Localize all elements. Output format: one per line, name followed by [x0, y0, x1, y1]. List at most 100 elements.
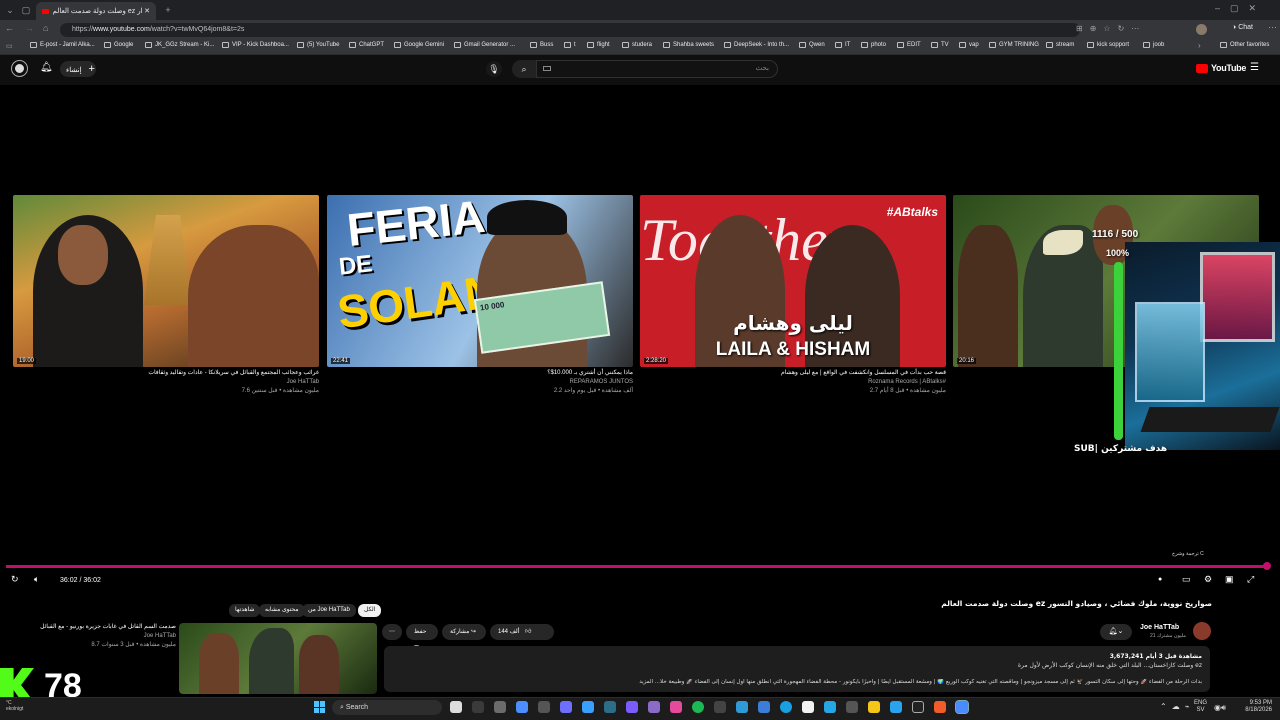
chip-watched[interactable]: شاهدتها — [229, 604, 261, 617]
bookmark-item[interactable]: flight — [587, 42, 610, 48]
settings-icon[interactable]: ⚙ — [1204, 574, 1212, 585]
bookmark-item[interactable]: E-post - Jamil Alka... — [30, 42, 95, 48]
app-icon[interactable] — [934, 701, 946, 713]
app-icon[interactable] — [604, 701, 616, 713]
app-icon[interactable] — [802, 701, 814, 713]
bookmark-item[interactable]: t — [564, 42, 576, 48]
scrubber-handle[interactable] — [1263, 562, 1271, 570]
end-screen-video-1[interactable]: 19:00 — [13, 195, 319, 367]
url-field[interactable]: https://www.youtube.com/watch?v=twMvQ64j… — [60, 23, 1080, 37]
miniplayer-icon[interactable]: ▣ — [1225, 574, 1234, 585]
app-icon[interactable] — [472, 701, 484, 713]
channel-name[interactable]: Joe HaTTab — [13, 378, 319, 387]
bookmark-item[interactable]: JK_GGz Stream - Ki... — [145, 42, 214, 48]
app-icon[interactable] — [736, 701, 748, 713]
language-indicator[interactable]: ENG SV — [1194, 700, 1207, 714]
bookmark-item[interactable]: GYM TRINING — [989, 42, 1039, 48]
bookmark-item[interactable]: joob — [1143, 42, 1164, 48]
app-icon[interactable] — [626, 701, 638, 713]
profile-avatar[interactable] — [1196, 24, 1207, 35]
bookmark-item[interactable]: Shahba sweets — [663, 42, 714, 48]
bookmark-item[interactable]: photo — [861, 42, 886, 48]
app-icon[interactable] — [538, 701, 550, 713]
channel-name[interactable]: REPARAMOS JUNTOS — [327, 378, 633, 387]
bookmark-item[interactable]: DeepSeek - Into th... — [724, 42, 789, 48]
more-actions-icon[interactable]: ⋯ — [382, 624, 402, 640]
channel-avatar[interactable] — [1193, 622, 1211, 640]
search-input[interactable]: بحث — [536, 60, 778, 78]
app-icon[interactable] — [560, 701, 572, 713]
bookmark-item[interactable]: ChatGPT — [349, 42, 384, 48]
edge-icon[interactable] — [780, 701, 792, 713]
app-icon[interactable] — [648, 701, 660, 713]
share-button[interactable]: مشاركة ↪ — [442, 624, 486, 640]
task-view-icon[interactable] — [450, 701, 462, 713]
workspaces-icon[interactable]: ▢ — [18, 0, 34, 20]
app-icon[interactable] — [890, 701, 902, 713]
volume-icon[interactable]: 🔈︎ — [34, 574, 39, 585]
bookmark-item[interactable]: vap — [959, 42, 979, 48]
start-icon[interactable] — [314, 701, 326, 713]
channel-name[interactable]: Joe HaTTab — [10, 632, 176, 641]
save-button[interactable]: حفظ ⊞ — [406, 624, 438, 651]
app-icon[interactable] — [670, 701, 682, 713]
bookmark-item[interactable]: stream — [1046, 42, 1074, 48]
channel-name[interactable]: Joe HaTTab — [1140, 624, 1179, 631]
file-explorer-icon[interactable] — [868, 701, 880, 713]
bookmark-item[interactable]: Google — [104, 42, 133, 48]
network-volume-icons[interactable]: ◉🔊︎ — [1214, 703, 1226, 713]
app-icon[interactable] — [912, 701, 924, 713]
back-icon[interactable]: ← — [5, 23, 14, 33]
bookmark-item[interactable]: kick sopport — [1087, 42, 1129, 48]
sidebar-video-thumb[interactable] — [179, 623, 377, 694]
app-icon[interactable] — [955, 700, 969, 714]
video-title[interactable]: ماذا يمكنني أن أشتري بـ 10.000$؟ — [327, 369, 633, 378]
weather-widget[interactable]: °C ekolnigt — [6, 700, 23, 712]
bookmark-item[interactable]: Gmail Generator ... — [454, 42, 515, 48]
taskbar-search[interactable]: ⌕ Search — [332, 700, 442, 715]
keyboard-icon[interactable] — [543, 66, 551, 71]
subtitles-icon[interactable]: ▭ — [1182, 574, 1191, 585]
bookmark-item[interactable]: EDIT — [897, 42, 921, 48]
copilot-chat-button[interactable]: ◑ Chat — [1232, 24, 1253, 31]
app-icon[interactable] — [824, 701, 836, 713]
app-icon[interactable] — [582, 701, 594, 713]
fullscreen-icon[interactable]: ⤢ — [1247, 574, 1254, 585]
app-icon[interactable] — [714, 701, 726, 713]
bookmark-item[interactable]: TV — [931, 42, 949, 48]
bookmark-item[interactable]: Google Gemini — [394, 42, 444, 48]
voice-search-icon[interactable]: 🎙︎ — [486, 61, 502, 77]
video-title[interactable]: صدمت السم القاتل في غابات جزيرة بورنيو -… — [10, 623, 176, 632]
tab-search-icon[interactable]: ⌄ — [2, 0, 18, 20]
guide-menu-icon[interactable]: ☰ — [1250, 62, 1259, 73]
create-button[interactable]: إنشاء + — [60, 61, 96, 77]
video-title[interactable]: غرائب وعجائب المجتمع والقبائل في سريلانك… — [13, 369, 319, 378]
chip-all[interactable]: الكل — [358, 604, 382, 617]
bookmarks-overflow-icon[interactable]: › — [1198, 41, 1201, 50]
app-icon[interactable] — [494, 701, 506, 713]
other-favorites[interactable]: Other favorites — [1220, 42, 1269, 48]
end-screen-video-2[interactable]: FERIA DE SOLANO 10 000 22:41 — [327, 195, 633, 367]
close-tab-icon[interactable]: ✕ — [144, 7, 150, 15]
bookmark-item[interactable]: (5) YouTube — [297, 42, 339, 48]
video-title[interactable]: قصة حب بدأت في المسلسل وانكشفت في الواقع… — [640, 369, 946, 378]
channel-avatar-icon[interactable] — [11, 60, 28, 77]
channel-name[interactable]: Roznama Records | ABtalks# — [640, 378, 946, 387]
progress-bar[interactable] — [6, 565, 1268, 568]
menu-icon[interactable]: ⋯ — [1268, 22, 1277, 33]
chip-related[interactable]: محتوى مشابه — [259, 604, 305, 617]
like-button[interactable]: 144 ألف 👍︎ — [490, 624, 554, 640]
bookmarks-folder-icon[interactable]: ▭ — [6, 42, 13, 50]
end-screen-video-3[interactable]: #ABtalks Together ليلى وهشام LAILA & HIS… — [640, 195, 946, 367]
bookmark-item[interactable]: Buss — [530, 42, 553, 48]
youtube-logo-icon[interactable] — [1196, 64, 1208, 73]
home-icon[interactable]: ⌂ — [43, 23, 48, 33]
window-controls[interactable]: –▢✕ — [1215, 3, 1266, 14]
subscribed-bell-button[interactable]: 🔔︎⌄ — [1100, 624, 1132, 640]
toolbar-icons[interactable]: ⊞⊕☆↻⋯ — [1076, 24, 1146, 33]
description-box[interactable]: 3,673,241 مشاهدة قبل 3 أيام وصلت كازاخست… — [384, 646, 1210, 692]
app-icon[interactable] — [516, 701, 528, 713]
replay-icon[interactable]: ↻ — [11, 574, 19, 585]
bookmark-item[interactable]: IT — [835, 42, 850, 48]
tray-icons[interactable]: ⌃☁⌁ — [1160, 702, 1195, 711]
